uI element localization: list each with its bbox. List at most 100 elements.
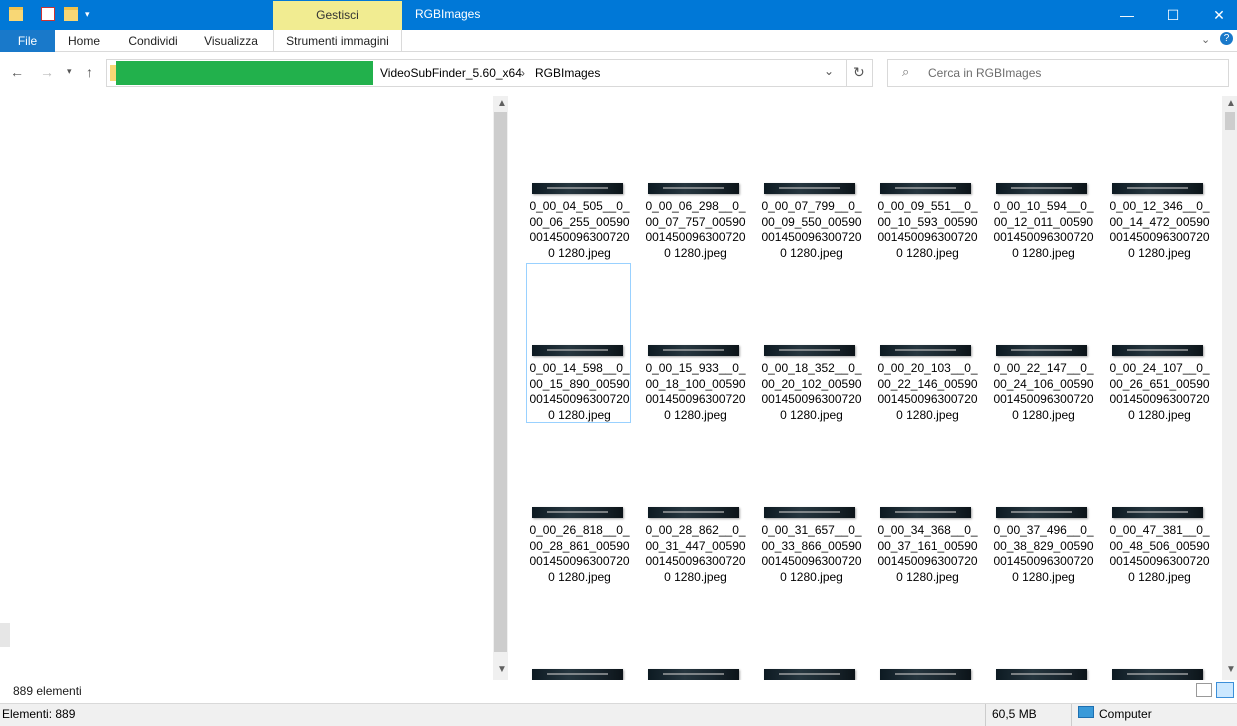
navigation-pane-marker <box>0 623 10 647</box>
customize-toolbar-icon[interactable]: ▾ <box>85 9 90 20</box>
recent-locations-icon[interactable]: ▾ <box>67 66 72 77</box>
thumbnail-partial[interactable] <box>532 669 623 680</box>
image-thumbnail[interactable] <box>532 507 623 518</box>
image-thumbnail[interactable] <box>880 183 971 194</box>
divider <box>985 704 986 726</box>
help-icon[interactable]: ? <box>1220 32 1233 45</box>
search-icon: ⌕ <box>902 64 910 79</box>
breadcrumb-rgbimages[interactable]: RGBImages <box>535 66 600 80</box>
image-thumbnail[interactable] <box>1112 183 1203 194</box>
tab-home[interactable]: Home <box>60 30 108 52</box>
image-thumbnail[interactable] <box>648 345 739 356</box>
file-name-label: 0_00_37_496__0_00_38_829_005900014500963… <box>993 523 1094 584</box>
up-arrow-icon[interactable]: ↑ <box>86 64 93 80</box>
image-thumbnail[interactable] <box>764 345 855 356</box>
folder-icon <box>9 7 23 21</box>
image-thumbnail[interactable] <box>532 345 623 356</box>
file-name-label: 0_00_26_818__0_00_28_861_005900014500963… <box>529 523 630 584</box>
minimize-button[interactable]: — <box>1104 0 1150 30</box>
image-thumbnail[interactable] <box>648 183 739 194</box>
divider <box>1071 704 1072 726</box>
file-name-label: 0_00_31_657__0_00_33_866_005900014500963… <box>761 523 862 584</box>
file-item[interactable]: 0_00_18_352__0_00_20_102_005900014500963… <box>759 345 864 425</box>
tab-strumenti-immagini[interactable]: Strumenti immagini <box>273 30 402 52</box>
details-view-icon[interactable] <box>1196 683 1212 697</box>
content-scrollbar[interactable] <box>1222 96 1237 680</box>
breadcrumb-videosubfinder[interactable]: VideoSubFinder_5.60_x64 <box>380 66 522 80</box>
expand-ribbon-icon[interactable]: ⌄ <box>1201 33 1210 46</box>
computer-icon <box>1078 706 1094 718</box>
file-item[interactable]: 0_00_06_298__0_00_07_757_005900014500963… <box>643 183 748 263</box>
content-scroll-up-icon[interactable]: ▲ <box>1226 98 1236 109</box>
file-item[interactable]: 0_00_22_147__0_00_24_106_005900014500963… <box>991 345 1096 425</box>
image-thumbnail[interactable] <box>996 507 1087 518</box>
content-scroll-down-icon[interactable]: ▼ <box>1226 664 1236 675</box>
image-thumbnail[interactable] <box>1112 507 1203 518</box>
breadcrumb-separator-icon[interactable]: › <box>521 66 525 80</box>
thumbnail-partial[interactable] <box>764 669 855 680</box>
image-thumbnail[interactable] <box>996 183 1087 194</box>
location-zone: Computer <box>1099 707 1152 721</box>
file-item[interactable]: 0_00_15_933__0_00_18_100_005900014500963… <box>643 345 748 425</box>
file-item[interactable]: 0_00_34_368__0_00_37_161_005900014500963… <box>875 507 980 587</box>
total-size: 60,5 MB <box>992 707 1037 721</box>
file-name-label: 0_00_47_381__0_00_48_506_005900014500963… <box>1109 523 1210 584</box>
file-name-label: 0_00_34_368__0_00_37_161_005900014500963… <box>877 523 978 584</box>
file-item[interactable]: 0_00_31_657__0_00_33_866_005900014500963… <box>759 507 864 587</box>
tab-condividi[interactable]: Condividi <box>120 30 186 52</box>
scroll-up-icon[interactable]: ▲ <box>497 98 507 109</box>
image-thumbnail[interactable] <box>532 183 623 194</box>
file-name-label: 0_00_12_346__0_00_14_472_005900014500963… <box>1109 199 1210 260</box>
file-item[interactable]: 0_00_14_598__0_00_15_890_005900014500963… <box>527 345 632 425</box>
scroll-down-icon[interactable]: ▼ <box>497 664 507 675</box>
new-folder-icon[interactable] <box>64 7 78 21</box>
content-scroll-thumb[interactable] <box>1225 112 1235 130</box>
file-item[interactable]: 0_00_04_505__0_00_06_255_005900014500963… <box>527 183 632 263</box>
image-thumbnail[interactable] <box>648 507 739 518</box>
file-name-label: 0_00_04_505__0_00_06_255_005900014500963… <box>529 199 630 260</box>
file-name-label: 0_00_22_147__0_00_24_106_005900014500963… <box>993 361 1094 422</box>
status-row <box>0 680 1237 702</box>
maximize-button[interactable]: ☐ <box>1150 0 1196 30</box>
file-item[interactable]: 0_00_07_799__0_00_09_550_005900014500963… <box>759 183 864 263</box>
image-thumbnail[interactable] <box>1112 345 1203 356</box>
image-thumbnail[interactable] <box>996 345 1087 356</box>
close-button[interactable]: ✕ <box>1196 0 1237 30</box>
address-dropdown-icon[interactable]: ⌄ <box>824 64 834 78</box>
file-item[interactable]: 0_00_12_346__0_00_14_472_005900014500963… <box>1107 183 1212 263</box>
thumbnail-partial[interactable] <box>996 669 1087 680</box>
thumbnail-partial[interactable] <box>1112 669 1203 680</box>
context-tab-gestisci[interactable]: Gestisci <box>273 1 402 30</box>
tab-file[interactable]: File <box>0 30 55 52</box>
file-name-label: 0_00_10_594__0_00_12_011_005900014500963… <box>993 199 1094 260</box>
image-thumbnail[interactable] <box>764 507 855 518</box>
search-placeholder: Cerca in RGBImages <box>928 66 1042 80</box>
forward-arrow-icon[interactable]: → <box>40 64 54 80</box>
file-item[interactable]: 0_00_10_594__0_00_12_011_005900014500963… <box>991 183 1096 263</box>
file-name-label: 0_00_20_103__0_00_22_146_005900014500963… <box>877 361 978 422</box>
file-name-label: 0_00_18_352__0_00_20_102_005900014500963… <box>761 361 862 422</box>
file-item[interactable]: 0_00_37_496__0_00_38_829_005900014500963… <box>991 507 1096 587</box>
file-item[interactable]: 0_00_28_862__0_00_31_447_005900014500963… <box>643 507 748 587</box>
refresh-icon[interactable]: ↻ <box>853 64 865 81</box>
file-item[interactable]: 0_00_20_103__0_00_22_146_005900014500963… <box>875 345 980 425</box>
file-item[interactable]: 0_00_24_107__0_00_26_651_005900014500963… <box>1107 345 1212 425</box>
item-count: 889 elementi <box>13 684 82 698</box>
thumbnail-partial[interactable] <box>880 669 971 680</box>
file-name-label: 0_00_14_598__0_00_15_890_005900014500963… <box>529 361 630 422</box>
status-bar <box>0 703 1237 726</box>
redacted-path <box>116 61 373 85</box>
file-item[interactable]: 0_00_09_551__0_00_10_593_005900014500963… <box>875 183 980 263</box>
image-thumbnail[interactable] <box>880 345 971 356</box>
large-icons-view-icon[interactable] <box>1216 682 1234 698</box>
navigation-pane-scroll-thumb[interactable] <box>494 112 507 652</box>
file-name-label: 0_00_15_933__0_00_18_100_005900014500963… <box>645 361 746 422</box>
image-thumbnail[interactable] <box>880 507 971 518</box>
tab-visualizza[interactable]: Visualizza <box>198 30 264 52</box>
file-item[interactable]: 0_00_47_381__0_00_48_506_005900014500963… <box>1107 507 1212 587</box>
image-thumbnail[interactable] <box>764 183 855 194</box>
file-item[interactable]: 0_00_26_818__0_00_28_861_005900014500963… <box>527 507 632 587</box>
back-arrow-icon[interactable]: ← <box>10 64 24 80</box>
thumbnail-partial[interactable] <box>648 669 739 680</box>
properties-icon[interactable] <box>41 7 55 21</box>
